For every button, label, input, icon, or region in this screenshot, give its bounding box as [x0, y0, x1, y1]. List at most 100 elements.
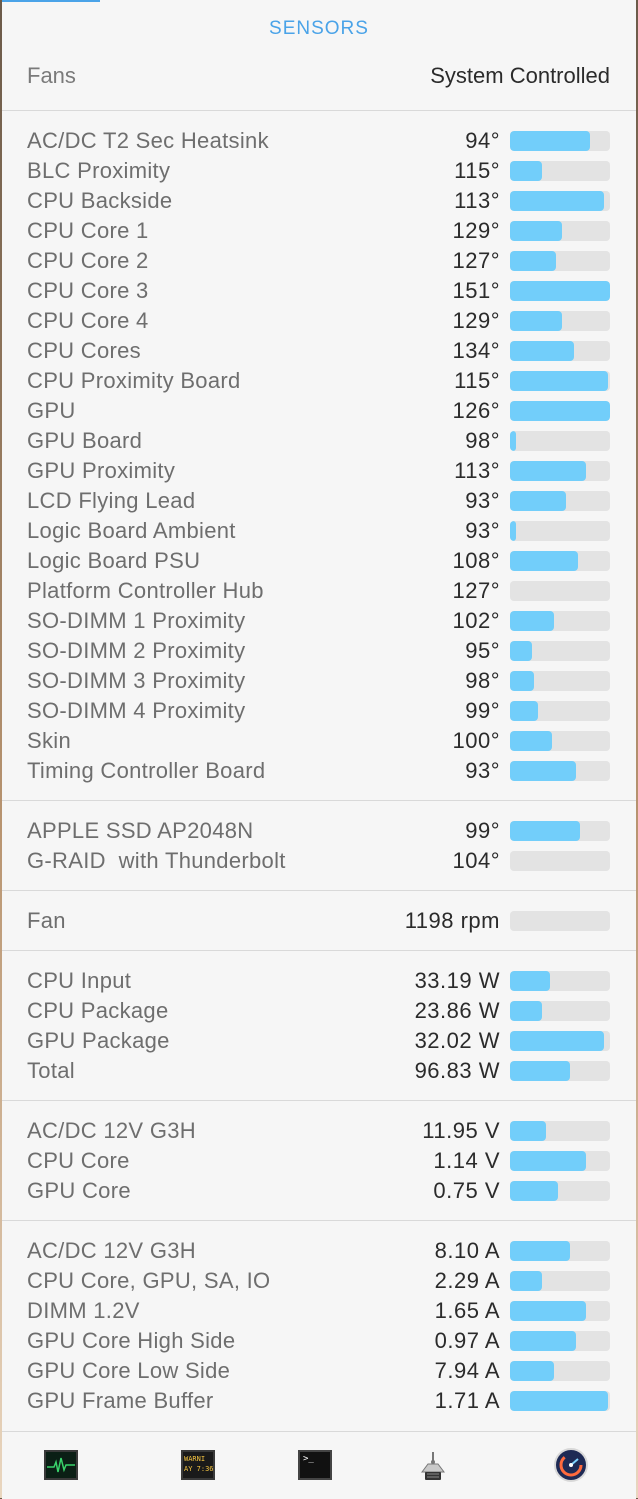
- drive-row[interactable]: APPLE SSD AP2048N 99°: [2, 816, 636, 846]
- sensor-level-fill: [510, 461, 586, 481]
- sensor-level-fill: [510, 161, 542, 181]
- sensor-label: CPU Core 1: [27, 218, 149, 243]
- sensor-level-fill: [510, 311, 562, 331]
- sensor-value: 0.75 V: [433, 1178, 500, 1203]
- panel-title: SENSORS: [269, 18, 369, 39]
- sensor-value: 134°: [452, 338, 500, 363]
- current-row[interactable]: CPU Core, GPU, SA, IO 2.29 A: [2, 1266, 636, 1296]
- sensor-label: GPU Core High Side: [27, 1328, 236, 1353]
- temperature-row[interactable]: CPU Core 3 151°: [2, 276, 636, 306]
- fan-row[interactable]: Fan 1198 rpm: [2, 906, 636, 936]
- temperature-row[interactable]: BLC Proximity 115°: [2, 156, 636, 186]
- sensor-level-bar: [510, 1301, 610, 1321]
- sensor-label: Timing Controller Board: [27, 758, 266, 783]
- system-utility-icon[interactable]: [416, 1450, 450, 1480]
- sensor-level-bar: [510, 1151, 610, 1171]
- temperature-row[interactable]: GPU Proximity 113°: [2, 456, 636, 486]
- temperature-row[interactable]: Logic Board Ambient 93°: [2, 516, 636, 546]
- temperature-row[interactable]: CPU Proximity Board 115°: [2, 366, 636, 396]
- sensor-level-bar: [510, 221, 610, 241]
- sensor-value: 127°: [452, 248, 500, 273]
- fans-mode-label: Fans: [27, 63, 76, 88]
- current-row[interactable]: GPU Core High Side 0.97 A: [2, 1326, 636, 1356]
- sensor-value: 129°: [452, 308, 500, 333]
- sensor-label: CPU Proximity Board: [27, 368, 241, 393]
- power-row[interactable]: CPU Package 23.86 W: [2, 996, 636, 1026]
- temperature-row[interactable]: GPU Board 98°: [2, 426, 636, 456]
- temperature-row[interactable]: Timing Controller Board 93°: [2, 756, 636, 786]
- sensor-level-fill: [510, 1331, 576, 1351]
- sensor-level-bar: [510, 731, 610, 751]
- temperature-row[interactable]: CPU Backside 113°: [2, 186, 636, 216]
- power-row[interactable]: GPU Package 32.02 W: [2, 1026, 636, 1056]
- power-sensors-list: CPU Input 33.19 W CPU Package 23.86 W GPU Pa…: [2, 966, 636, 1086]
- sensor-level-fill: [510, 341, 574, 361]
- sensor-value: 2.29 A: [434, 1268, 500, 1293]
- temperature-row[interactable]: CPU Cores 134°: [2, 336, 636, 366]
- sensor-label: AC/DC 12V G3H: [27, 1238, 196, 1263]
- temperature-row[interactable]: GPU 126°: [2, 396, 636, 426]
- sensor-label: CPU Package: [27, 998, 169, 1023]
- sensor-level-bar: [510, 131, 610, 151]
- fans-mode-row[interactable]: Fans System Controlled: [27, 63, 610, 93]
- temperature-row[interactable]: Logic Board PSU 108°: [2, 546, 636, 576]
- istat-menus-icon[interactable]: [554, 1448, 588, 1482]
- terminal-icon[interactable]: >_: [298, 1450, 332, 1480]
- sensor-level-fill: [510, 1061, 570, 1081]
- sensor-value: 99°: [465, 818, 500, 843]
- sensor-level-fill: [510, 1121, 546, 1141]
- sensor-level-bar: [510, 491, 610, 511]
- sensor-label: DIMM 1.2V: [27, 1298, 140, 1323]
- sensor-label: CPU Backside: [27, 188, 173, 213]
- voltage-row[interactable]: CPU Core 1.14 V: [2, 1146, 636, 1176]
- current-row[interactable]: AC/DC 12V G3H 8.10 A: [2, 1236, 636, 1266]
- drive-row[interactable]: G-RAID with Thunderbolt 104°: [2, 846, 636, 876]
- power-row[interactable]: Total 96.83 W: [2, 1056, 636, 1086]
- divider: [2, 1100, 636, 1101]
- temperature-row[interactable]: LCD Flying Lead 93°: [2, 486, 636, 516]
- activity-monitor-icon[interactable]: [44, 1450, 78, 1480]
- sensor-level-fill: [510, 1301, 586, 1321]
- sensor-value: 98°: [465, 668, 500, 693]
- temperature-row[interactable]: SO-DIMM 2 Proximity 95°: [2, 636, 636, 666]
- sensor-level-fill: [510, 971, 550, 991]
- sensor-label: CPU Cores: [27, 338, 141, 363]
- temperature-row[interactable]: CPU Core 1 129°: [2, 216, 636, 246]
- temperature-row[interactable]: Platform Controller Hub 127°: [2, 576, 636, 606]
- temperature-row[interactable]: CPU Core 2 127°: [2, 246, 636, 276]
- sensor-level-bar: [510, 551, 610, 571]
- sensor-level-bar: [510, 281, 610, 301]
- sensor-level-fill: [510, 131, 590, 151]
- sensor-level-bar: [510, 521, 610, 541]
- sensor-level-bar: [510, 761, 610, 781]
- current-row[interactable]: DIMM 1.2V 1.65 A: [2, 1296, 636, 1326]
- drive-sensors-list: APPLE SSD AP2048N 99° G-RAID with Thunderb…: [2, 816, 636, 876]
- sensor-label: GPU Core Low Side: [27, 1358, 231, 1383]
- sensor-level-fill: [510, 1271, 542, 1291]
- temperature-row[interactable]: SO-DIMM 4 Proximity 99°: [2, 696, 636, 726]
- sensor-level-bar: [510, 1361, 610, 1381]
- sensor-level-bar: [510, 971, 610, 991]
- temperature-row[interactable]: SO-DIMM 3 Proximity 98°: [2, 666, 636, 696]
- current-row[interactable]: GPU Frame Buffer 1.71 A: [2, 1386, 636, 1416]
- temperature-row[interactable]: CPU Core 4 129°: [2, 306, 636, 336]
- sensor-label: GPU Proximity: [27, 458, 176, 483]
- temperature-row[interactable]: AC/DC T2 Sec Heatsink 94°: [2, 126, 636, 156]
- divider: [2, 890, 636, 891]
- sensor-level-fill: [510, 371, 608, 391]
- sensors-panel: SENSORS Fans System Controlled AC/DC T2 …: [2, 0, 636, 1499]
- current-row[interactable]: GPU Core Low Side 7.94 A: [2, 1356, 636, 1386]
- sensor-level-fill: [510, 281, 610, 301]
- divider: [2, 950, 636, 951]
- console-icon[interactable]: WARNI AY 7:36: [181, 1450, 215, 1480]
- power-row[interactable]: CPU Input 33.19 W: [2, 966, 636, 996]
- temperature-row[interactable]: SO-DIMM 1 Proximity 102°: [2, 606, 636, 636]
- sensor-level-bar: [510, 701, 610, 721]
- sensor-level-bar: [510, 911, 610, 931]
- terminal-prompt-text: >_: [303, 1454, 314, 1464]
- sensor-label: CPU Core 2: [27, 248, 149, 273]
- temperature-row[interactable]: Skin 100°: [2, 726, 636, 756]
- sensor-level-fill: [510, 671, 534, 691]
- voltage-row[interactable]: AC/DC 12V G3H 11.95 V: [2, 1116, 636, 1146]
- voltage-row[interactable]: GPU Core 0.75 V: [2, 1176, 636, 1206]
